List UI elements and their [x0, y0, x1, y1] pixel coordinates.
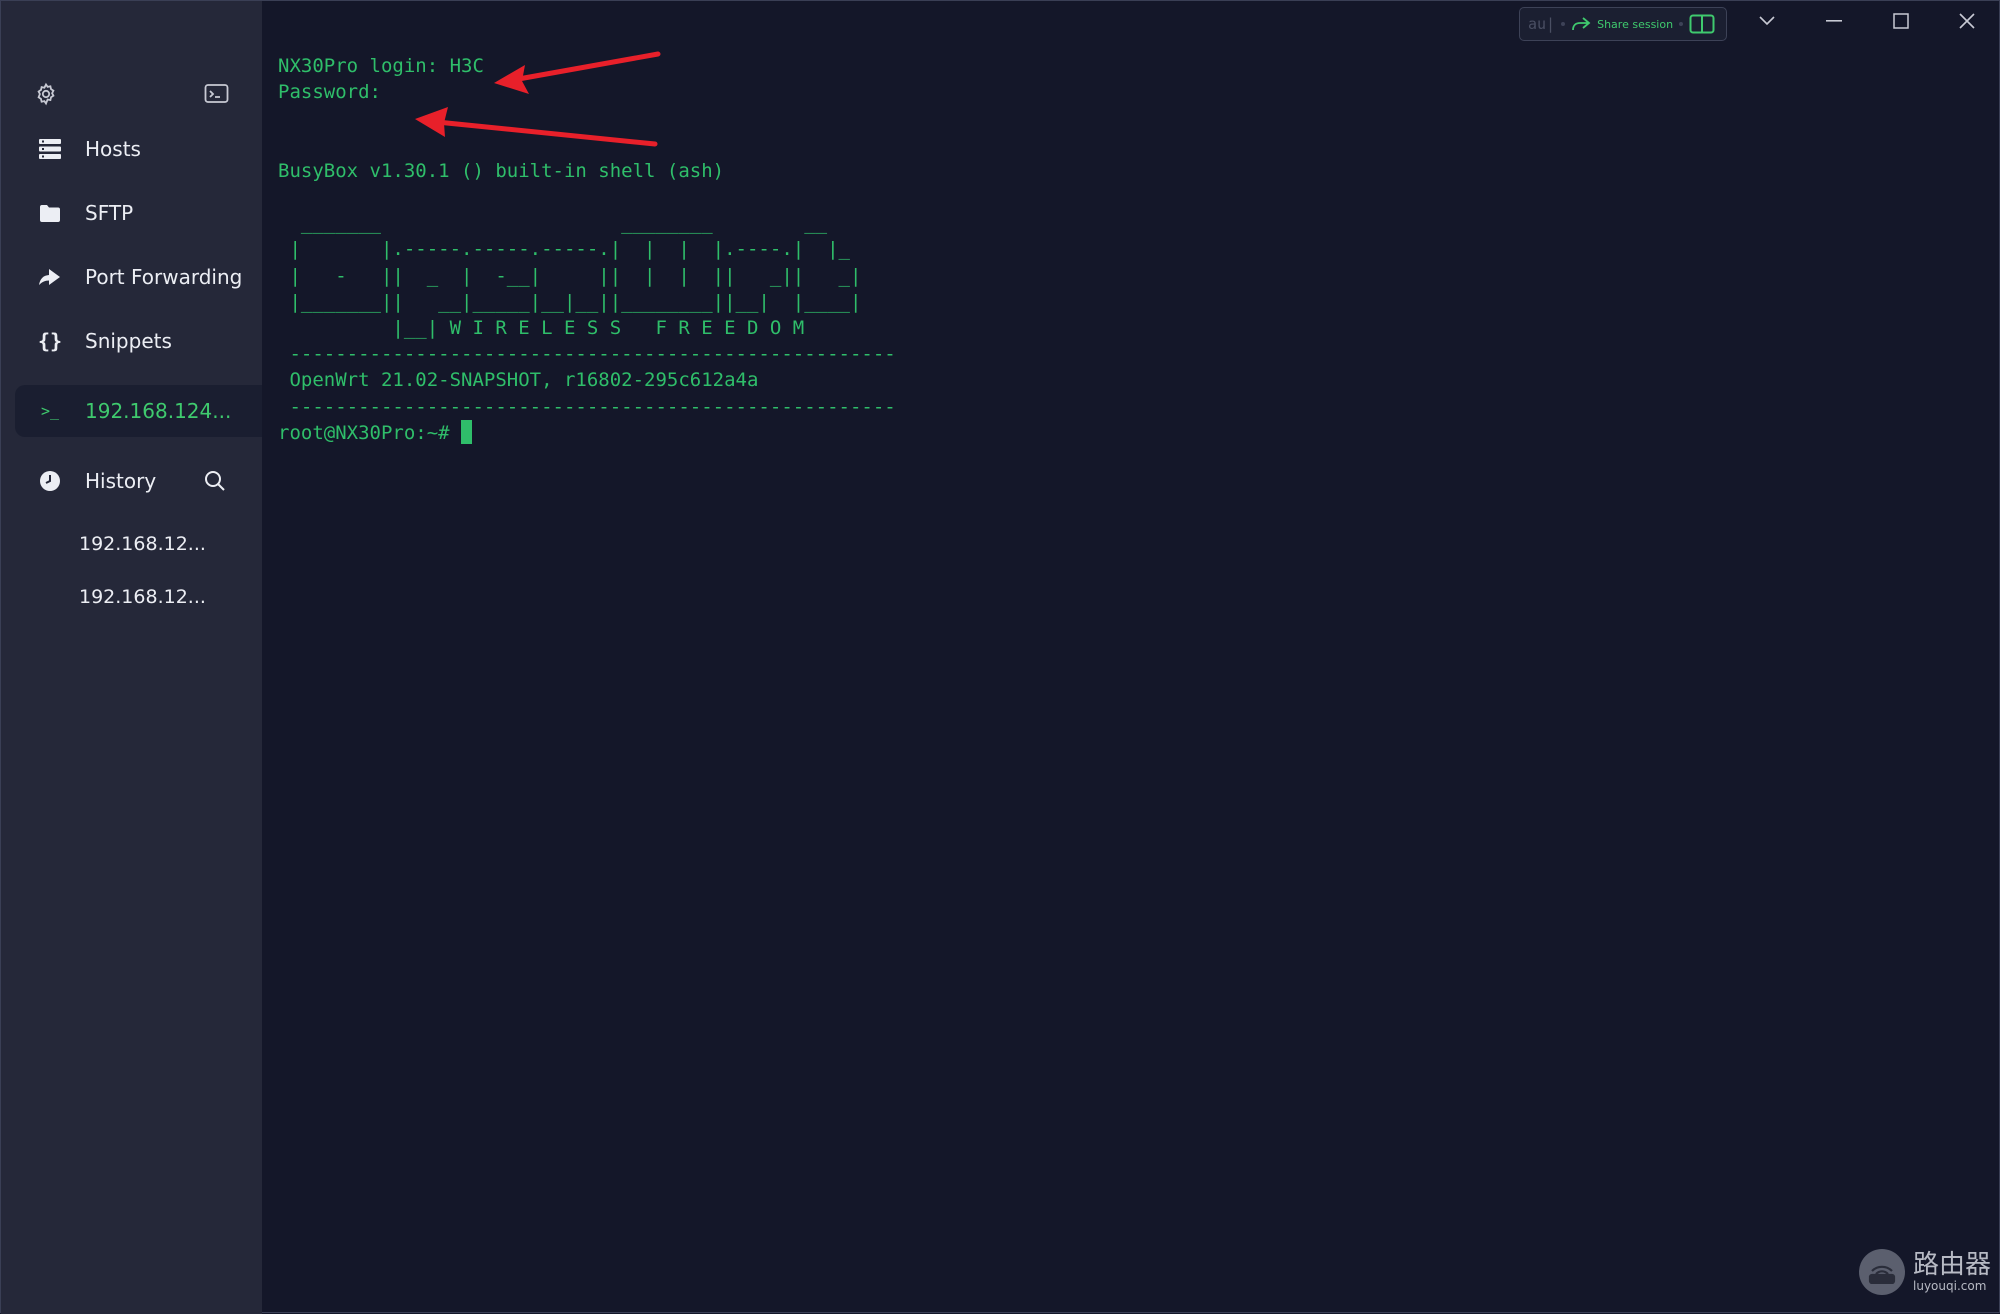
sidebar-item-label: SFTP	[85, 201, 134, 225]
terminal-line: _______ ________ __	[278, 212, 828, 235]
history-item[interactable]: 192.168.12...	[79, 586, 206, 608]
watermark-title: 路由器	[1913, 1250, 1992, 1280]
terminal-prompt: root@NX30Pro:~#	[278, 421, 462, 444]
terminal-line: | - || _ | -__| || | | || _|| _|	[278, 264, 862, 287]
app-window: Hosts SFTP Port Forwarding {} Snippets >…	[0, 0, 2000, 1314]
sidebar-item-label: 192.168.124...	[85, 399, 232, 423]
sidebar-item-active-session[interactable]: >_ 192.168.124...	[15, 385, 262, 437]
sidebar-item-port-forwarding[interactable]: Port Forwarding	[15, 251, 262, 303]
separator-dot	[1561, 22, 1566, 26]
terminal-line: |__| W I R E L E S S F R E E D O M	[278, 317, 805, 340]
history-clock-icon	[15, 470, 85, 492]
terminal-line: OpenWrt 21.02-SNAPSHOT, r16802-295c612a4…	[278, 369, 759, 392]
separator-dot	[1679, 22, 1684, 26]
session-input[interactable]: au|	[1528, 15, 1555, 33]
annotation-arrow-login	[494, 51, 661, 94]
folder-icon	[15, 204, 85, 222]
share-session-button[interactable]: Share session	[1597, 18, 1673, 31]
history-item[interactable]: 192.168.12...	[79, 533, 206, 555]
router-logo-icon	[1859, 1249, 1905, 1295]
minimize-icon[interactable]	[1814, 7, 1854, 35]
terminal-prompt-icon: >_	[40, 402, 60, 420]
port-forwarding-icon	[15, 268, 85, 286]
close-icon[interactable]	[1947, 7, 1987, 35]
share-session-bar: au| Share session	[1519, 7, 1727, 41]
terminal-cursor	[461, 419, 473, 444]
sidebar-item-label: Snippets	[85, 329, 172, 353]
sidebar-item-label: Port Forwarding	[85, 265, 243, 289]
snippets-icon: {}	[37, 329, 63, 353]
share-arrow-icon	[1571, 16, 1591, 32]
sidebar-item-snippets[interactable]: {} Snippets	[15, 315, 262, 367]
sidebar-item-label: History	[85, 469, 157, 493]
terminal-line: | |.-----.-----.-----.| | | |.----.| |_	[278, 238, 850, 261]
terminal-line: ----------------------------------------…	[278, 395, 896, 418]
annotation-arrow-password	[415, 107, 658, 147]
maximize-icon[interactable]	[1881, 7, 1921, 35]
terminal-line: ----------------------------------------…	[278, 343, 896, 366]
search-icon[interactable]	[204, 470, 226, 496]
split-view-icon[interactable]	[1689, 14, 1715, 34]
watermark-subtitle: luyouqi.com	[1913, 1279, 1987, 1293]
dropdown-chevron-icon[interactable]	[1747, 7, 1787, 35]
terminal-line: |_______|| __|_____|__|__||________||__|…	[278, 290, 862, 313]
watermark: 路由器 luyouqi.com	[1859, 1249, 1991, 1295]
